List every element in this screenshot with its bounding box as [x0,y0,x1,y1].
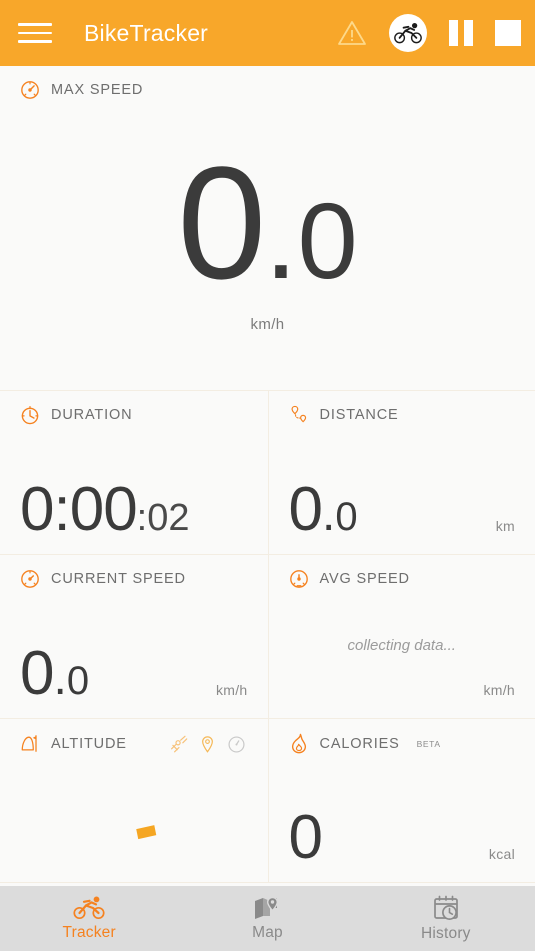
duration-card[interactable]: DURATION 0:00 :02 [0,391,268,554]
metrics-row: ALTITUDE CALORIES BETA 0 kcal [0,719,535,883]
hamburger-menu-icon[interactable] [18,18,52,48]
distance-integer: 0 [288,475,323,545]
current-speed-value: 0 . 0 [20,639,90,709]
cyclist-status-button[interactable] [389,14,427,52]
calories-number: 0 [288,803,323,873]
speedometer-icon [21,81,39,99]
duration-label: DURATION [51,407,133,423]
current-speed-header: CURRENT SPEED [0,555,268,589]
metrics-row: CURRENT SPEED 0 . 0 km/h AVG SPEED colle… [0,555,535,719]
calendar-clock-icon [433,895,458,920]
speedometer-icon [21,570,39,588]
avg-speed-card[interactable]: AVG SPEED collecting data... km/h [267,555,535,718]
hamburger-bar [18,31,52,35]
current-speed-unit: km/h [215,682,248,698]
distance-value: 0 . 0 [288,475,358,545]
calories-label: CALORIES [319,735,400,752]
nav-history[interactable]: History [357,895,535,943]
nav-map-label: Map [252,923,283,941]
pause-icon [449,20,473,46]
avg-speed-unit: km/h [483,682,515,698]
calories-card[interactable]: CALORIES BETA 0 kcal [267,719,535,882]
header-actions [337,14,521,52]
max-speed-card[interactable]: MAX SPEED 0 . 0 km/h [0,66,535,391]
cyclist-icon [394,22,422,44]
pause-button[interactable] [449,20,473,46]
current-speed-decimal: 0 [66,659,90,704]
max-speed-unit: km/h [250,316,285,334]
warning-button[interactable] [337,19,367,47]
altitude-chart [136,825,157,840]
calories-beta-badge: BETA [416,738,441,749]
avg-speed-header: AVG SPEED [269,555,535,589]
distance-card[interactable]: DISTANCE 0 . 0 km [267,391,535,554]
nav-tracker-label: Tracker [62,923,116,941]
duration-main: 0:00 [20,475,138,545]
metrics-grid: DURATION 0:00 :02 DISTANCE 0 . 0 km CURR… [0,391,535,883]
current-speed-integer: 0 [20,639,54,709]
max-speed-label: MAX SPEED [51,82,144,98]
duration-value: 0:00 :02 [20,475,190,545]
nav-history-label: History [421,924,471,942]
max-speed-body: 0 . 0 km/h [0,100,535,390]
altitude-chart-body [0,755,268,882]
current-speed-card[interactable]: CURRENT SPEED 0 . 0 km/h [0,555,268,718]
calories-body: 0 kcal [269,754,535,882]
stopwatch-icon [21,406,39,425]
max-speed-value: 0 . 0 [177,132,358,312]
current-speed-separator: . [53,652,67,706]
bike-tracker-app: BikeTracker MAX SPEED 0 . 0 km/h DURATIO… [0,0,535,951]
max-speed-header: MAX SPEED [0,66,535,100]
compass-icon[interactable] [227,735,246,754]
max-speed-integer: 0 [177,132,266,312]
altitude-label: ALTITUDE [51,736,127,752]
location-pin-icon[interactable] [198,735,217,754]
calories-value: 0 [288,803,323,873]
current-speed-label: CURRENT SPEED [51,571,186,587]
max-speed-decimal: 0 [297,179,358,301]
satellite-signal-icon[interactable] [169,735,188,754]
duration-body: 0:00 :02 [0,425,268,554]
duration-header: DURATION [0,391,268,425]
distance-label: DISTANCE [319,407,399,423]
stop-icon [495,20,521,46]
calories-header: CALORIES BETA [269,719,535,754]
distance-decimal: 0 [335,495,358,540]
mountain-icon [21,735,37,752]
duration-seconds: :02 [136,497,190,540]
route-pin-icon [290,405,306,423]
current-speed-body: 0 . 0 km/h [0,589,268,718]
stop-button[interactable] [495,20,521,46]
speedometer-icon [289,570,308,588]
app-header: BikeTracker [0,0,535,66]
tracker-content: MAX SPEED 0 . 0 km/h DURATION 0:00:02 D… [0,66,535,886]
altitude-header: ALTITUDE [0,719,268,755]
calories-unit: kcal [488,846,515,862]
metrics-row: DURATION 0:00 :02 DISTANCE 0 . 0 km [0,391,535,555]
distance-unit: km [495,518,515,534]
distance-separator: . [321,488,336,542]
altitude-status-icons [169,735,268,754]
warning-icon [338,21,366,45]
hamburger-bar [18,23,52,26]
avg-speed-body: collecting data... km/h [269,589,535,718]
distance-header: DISTANCE [269,391,535,425]
max-speed-separator: . [264,169,298,304]
avg-speed-label: AVG SPEED [319,571,410,587]
flame-icon [291,733,306,754]
avg-speed-placeholder: collecting data... [347,637,456,654]
altitude-card[interactable]: ALTITUDE [0,719,268,882]
hamburger-bar [18,40,52,43]
distance-body: 0 . 0 km [269,425,535,554]
app-title: BikeTracker [84,19,209,46]
